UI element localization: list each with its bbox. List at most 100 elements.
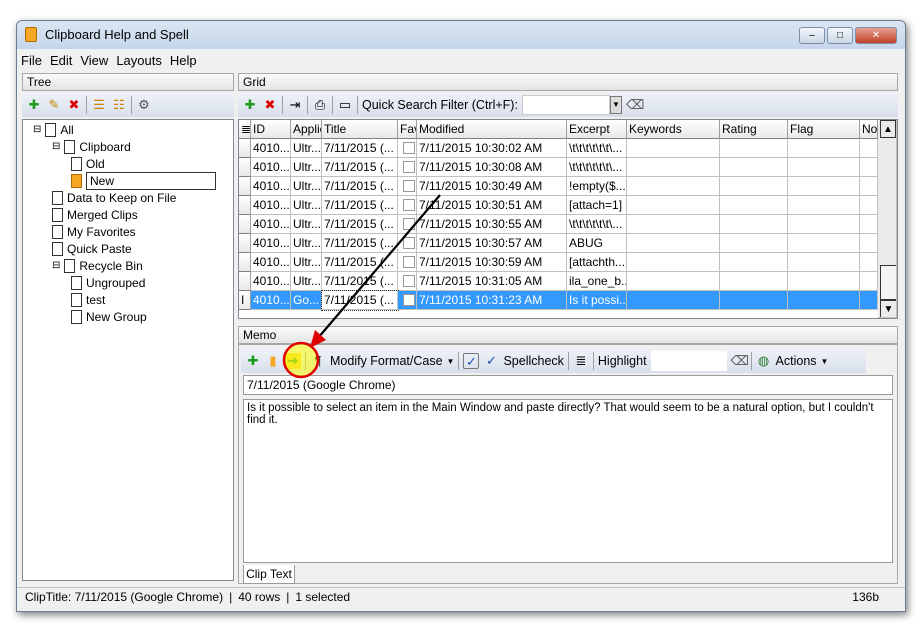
actions-button[interactable]: Actions bbox=[776, 354, 817, 368]
move-clip-icon[interactable]: ⇥ bbox=[287, 97, 303, 113]
grid-cell[interactable] bbox=[720, 234, 788, 253]
tree-node[interactable]: Ungrouped bbox=[71, 275, 145, 291]
add-folder-icon[interactable]: ✚ bbox=[26, 97, 42, 113]
grid-cell[interactable] bbox=[627, 196, 720, 215]
grid-cell[interactable] bbox=[720, 291, 788, 310]
grid-cell[interactable]: Ultr... bbox=[291, 177, 322, 196]
grid-cell[interactable] bbox=[398, 139, 417, 158]
grid-cell[interactable]: ila_one_b... bbox=[567, 272, 627, 291]
grid-cell[interactable] bbox=[627, 272, 720, 291]
tree-node[interactable]: Merged Clips bbox=[52, 207, 138, 223]
grid-cell[interactable]: Ultr... bbox=[291, 215, 322, 234]
grid-cell[interactable] bbox=[627, 234, 720, 253]
row-indicator[interactable] bbox=[239, 196, 251, 215]
grid-cell[interactable] bbox=[627, 291, 720, 310]
row-indicator[interactable] bbox=[239, 139, 251, 158]
favorite-checkbox[interactable] bbox=[403, 161, 415, 173]
column-header-excerpt[interactable]: Excerpt bbox=[567, 120, 627, 139]
row-indicator[interactable] bbox=[239, 253, 251, 272]
grid-scrollbar[interactable]: ▲ ▼ bbox=[878, 120, 897, 318]
collapse-toggle-icon[interactable]: ⊟ bbox=[52, 258, 60, 274]
grid-cell[interactable] bbox=[398, 253, 417, 272]
grid-cell[interactable] bbox=[860, 177, 878, 196]
spellcheck-button[interactable]: Spellcheck bbox=[503, 354, 563, 368]
favorite-checkbox[interactable] bbox=[403, 218, 415, 230]
clip-text-area[interactable]: Is it possible to select an item in the … bbox=[243, 399, 893, 563]
grid-cell[interactable]: 7/11/2015 (... bbox=[322, 272, 398, 291]
grid-cell[interactable]: Ultr... bbox=[291, 253, 322, 272]
tree-node[interactable]: Data to Keep on File bbox=[52, 190, 176, 206]
grid-cell[interactable] bbox=[860, 291, 878, 310]
grid-cell[interactable]: 7/11/2015 10:31:05 AM bbox=[417, 272, 567, 291]
grid-cell[interactable] bbox=[860, 234, 878, 253]
grid-cell[interactable]: Ultr... bbox=[291, 272, 322, 291]
new-clip-icon[interactable]: ✚ bbox=[242, 97, 258, 113]
eraser-icon[interactable]: ⌫ bbox=[626, 97, 644, 113]
grid-cell[interactable] bbox=[860, 158, 878, 177]
grid-cell[interactable] bbox=[627, 215, 720, 234]
grid-cell[interactable] bbox=[860, 196, 878, 215]
grid-cell[interactable]: 7/11/2015 (... bbox=[322, 253, 398, 272]
grid-cell[interactable] bbox=[788, 253, 860, 272]
favorite-checkbox[interactable] bbox=[403, 275, 415, 287]
grid-cell[interactable] bbox=[627, 253, 720, 272]
grid-cell[interactable] bbox=[860, 139, 878, 158]
menu-edit[interactable]: Edit bbox=[50, 53, 72, 68]
column-chooser-icon[interactable]: ≣ bbox=[239, 120, 251, 139]
row-indicator[interactable] bbox=[239, 158, 251, 177]
grid-cell[interactable]: 4010... bbox=[251, 177, 291, 196]
column-header-rating[interactable]: Rating bbox=[720, 120, 788, 139]
grid-cell[interactable]: 4010... bbox=[251, 291, 291, 310]
collapse-all-icon[interactable]: ☷ bbox=[111, 97, 127, 113]
minimize-button[interactable]: – bbox=[799, 27, 825, 44]
grid-cell[interactable]: \t\t\t\t\t\t\... bbox=[567, 139, 627, 158]
grid-cell[interactable]: Ultr... bbox=[291, 234, 322, 253]
minimize-bar-icon[interactable]: ▭ bbox=[337, 97, 353, 113]
grid-cell[interactable] bbox=[398, 234, 417, 253]
favorite-checkbox[interactable] bbox=[403, 256, 415, 268]
grid-cell[interactable]: 7/11/2015 10:30:59 AM bbox=[417, 253, 567, 272]
grid-cell[interactable] bbox=[788, 196, 860, 215]
grid-cell[interactable]: 4010... bbox=[251, 158, 291, 177]
tree-node[interactable]: Quick Paste bbox=[52, 241, 132, 257]
grid-cell[interactable]: Go... bbox=[291, 291, 322, 310]
grid-cell[interactable]: 7/11/2015 10:31:23 AM bbox=[417, 291, 567, 310]
grid-cell[interactable]: [attach=1] bbox=[567, 196, 627, 215]
grid-cell[interactable]: Ultr... bbox=[291, 158, 322, 177]
grid-cell[interactable]: 4010... bbox=[251, 215, 291, 234]
grid-cell[interactable] bbox=[720, 253, 788, 272]
menu-file[interactable]: File bbox=[21, 53, 42, 68]
grid-cell[interactable]: 7/11/2015 10:30:02 AM bbox=[417, 139, 567, 158]
grid-cell[interactable] bbox=[720, 139, 788, 158]
paste-to-window-icon[interactable]: ➔ bbox=[285, 353, 301, 369]
tree-node[interactable]: ⊟ Clipboard bbox=[52, 139, 131, 155]
grid-cell[interactable] bbox=[788, 234, 860, 253]
grid-cell[interactable]: 4010... bbox=[251, 272, 291, 291]
grid-cell[interactable] bbox=[720, 215, 788, 234]
highlight-input[interactable] bbox=[650, 351, 727, 371]
column-header-keywords[interactable]: Keywords bbox=[627, 120, 720, 139]
grid-cell[interactable]: !empty($... bbox=[567, 177, 627, 196]
grid-cell[interactable]: 7/11/2015 10:30:51 AM bbox=[417, 196, 567, 215]
gear-icon[interactable]: ⚙ bbox=[136, 97, 152, 113]
grid-cell[interactable]: Is it possi... bbox=[567, 291, 627, 310]
grid-cell[interactable]: 7/11/2015 (... bbox=[322, 139, 398, 158]
menu-view[interactable]: View bbox=[80, 53, 108, 68]
grid-cell[interactable] bbox=[720, 272, 788, 291]
column-header-applic[interactable]: Applic bbox=[291, 120, 322, 139]
grid-cell[interactable] bbox=[627, 177, 720, 196]
grid-cell[interactable] bbox=[398, 215, 417, 234]
grid-cell[interactable]: ABUG bbox=[567, 234, 627, 253]
grid-cell[interactable] bbox=[398, 291, 417, 310]
grid-cell[interactable] bbox=[860, 253, 878, 272]
expand-all-icon[interactable]: ☰ bbox=[91, 97, 107, 113]
column-header-id[interactable]: ID bbox=[251, 120, 291, 139]
row-indicator[interactable] bbox=[239, 215, 251, 234]
grid-cell[interactable] bbox=[860, 215, 878, 234]
grid-cell[interactable]: \t\t\t\t\t\t\... bbox=[567, 158, 627, 177]
grid-cell[interactable] bbox=[788, 272, 860, 291]
grid-cell[interactable] bbox=[398, 196, 417, 215]
tree-node[interactable]: test bbox=[71, 292, 105, 308]
grid-cell[interactable] bbox=[398, 158, 417, 177]
grid-cell[interactable] bbox=[788, 291, 860, 310]
